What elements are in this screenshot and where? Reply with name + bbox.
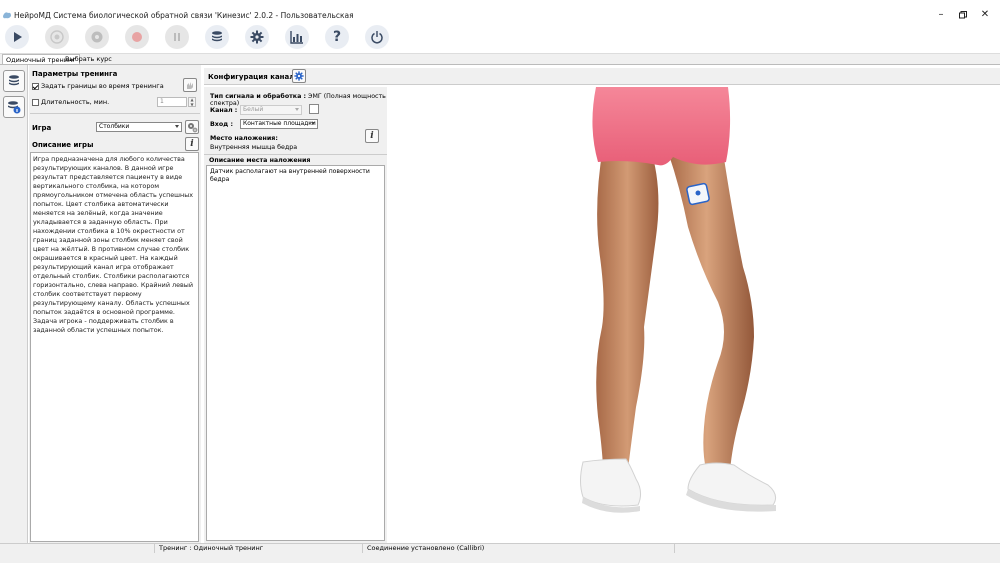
app-logo-icon bbox=[3, 12, 11, 19]
settings-button[interactable] bbox=[245, 25, 269, 49]
set-bounds-label: Задать границы во время тренинга bbox=[41, 82, 164, 90]
duration-spinner[interactable]: ▲ ▼ bbox=[188, 97, 196, 107]
apply-bounds-button[interactable] bbox=[183, 78, 197, 92]
rail-button-info[interactable] bbox=[3, 96, 25, 118]
divider bbox=[204, 154, 387, 155]
set-bounds-option[interactable]: Задать границы во время тренинга bbox=[32, 82, 164, 90]
placement-desc-title: Описание места наложения bbox=[209, 157, 311, 164]
input-select-value: Контактные площадки bbox=[243, 120, 316, 127]
legs-illustration bbox=[580, 87, 777, 513]
gear-disabled-icon bbox=[91, 31, 103, 43]
info-icon: i bbox=[370, 131, 374, 141]
gears-icon bbox=[187, 123, 197, 133]
status-cell-empty bbox=[0, 544, 155, 553]
status-bar: Тренинг : Одиночный тренинг Соединение у… bbox=[0, 543, 1000, 563]
record-button[interactable] bbox=[125, 25, 149, 49]
duration-input[interactable]: 1 bbox=[157, 97, 187, 107]
sensor-placement-image bbox=[388, 87, 1000, 544]
settings-icon bbox=[250, 30, 264, 44]
hand-icon bbox=[187, 82, 193, 89]
play-icon bbox=[14, 32, 22, 42]
window-title: НейроМД Система биологической обратной с… bbox=[14, 11, 354, 20]
divider bbox=[30, 113, 200, 114]
placement-info-button[interactable]: i bbox=[365, 129, 379, 143]
record-icon bbox=[132, 32, 142, 42]
gear-disabled-button[interactable] bbox=[85, 25, 109, 49]
status-training: Тренинг : Одиночный тренинг bbox=[155, 544, 363, 553]
database-icon bbox=[212, 31, 222, 42]
left-rail bbox=[0, 65, 28, 544]
info-icon: i bbox=[190, 139, 194, 149]
duration-checkbox[interactable] bbox=[32, 98, 39, 106]
game-select[interactable]: Столбики bbox=[96, 122, 182, 132]
game-label: Игра bbox=[32, 124, 52, 132]
channel-config-header: Конфигурация каналов bbox=[204, 68, 1000, 85]
power-icon bbox=[371, 31, 383, 44]
game-description: Игра предназначена для любого количества… bbox=[30, 152, 199, 542]
minimize-icon[interactable]: – bbox=[934, 8, 948, 22]
duration-label: Длительность, мин. bbox=[41, 98, 110, 106]
placement-label: Место наложения: bbox=[210, 135, 278, 142]
game-settings-button[interactable] bbox=[185, 120, 199, 134]
chart-button[interactable] bbox=[285, 25, 309, 49]
channel-config-title: Конфигурация каналов bbox=[208, 73, 304, 81]
placement-value: Внутренняя мышца бедра bbox=[210, 144, 298, 151]
channel-select-value: Белый bbox=[243, 106, 264, 113]
main-content: Параметры тренинга Задать границы во вре… bbox=[0, 64, 1000, 544]
input-select[interactable]: Контактные площадки bbox=[240, 119, 318, 129]
target-icon bbox=[50, 30, 64, 44]
help-icon: ? bbox=[332, 29, 342, 45]
chart-icon bbox=[290, 31, 303, 44]
restore-icon[interactable] bbox=[956, 8, 970, 22]
play-button[interactable] bbox=[5, 25, 29, 49]
power-button[interactable] bbox=[365, 25, 389, 49]
game-info-button[interactable]: i bbox=[185, 137, 199, 151]
rail-button-training[interactable] bbox=[3, 70, 25, 92]
close-icon[interactable]: ✕ bbox=[978, 8, 992, 22]
game-description-title: Описание игры bbox=[32, 141, 94, 149]
pause-button[interactable] bbox=[165, 25, 189, 49]
input-label: Вход : bbox=[210, 121, 233, 128]
stack-info-icon bbox=[8, 101, 21, 114]
training-panel: Параметры тренинга Задать границы во вре… bbox=[29, 65, 201, 544]
toolbar: ? bbox=[0, 22, 1000, 54]
database-button[interactable] bbox=[205, 25, 229, 49]
set-bounds-checkbox[interactable] bbox=[32, 82, 39, 90]
settings-icon bbox=[294, 71, 304, 81]
status-connection: Соединение установлено (Callibri) bbox=[363, 544, 675, 553]
help-button[interactable]: ? bbox=[325, 25, 349, 49]
training-params-title: Параметры тренинга bbox=[32, 70, 118, 78]
stack-icon bbox=[9, 75, 19, 86]
placement-description: Датчик располагают на внутренней поверхн… bbox=[206, 165, 385, 541]
channel-label: Канал : bbox=[210, 107, 238, 114]
game-select-value: Столбики bbox=[99, 123, 130, 130]
pause-icon bbox=[174, 33, 180, 41]
signal-type-label: Тип сигнала и обработка : bbox=[210, 93, 307, 100]
channel-color-swatch[interactable] bbox=[309, 104, 319, 114]
channel-config-button[interactable] bbox=[292, 69, 306, 83]
channel-select[interactable]: Белый bbox=[240, 105, 302, 115]
duration-option[interactable]: Длительность, мин. bbox=[32, 98, 109, 106]
target-button[interactable] bbox=[45, 25, 69, 49]
channel-panel: Тип сигнала и обработка : ЭМГ (Полная мо… bbox=[204, 87, 387, 544]
